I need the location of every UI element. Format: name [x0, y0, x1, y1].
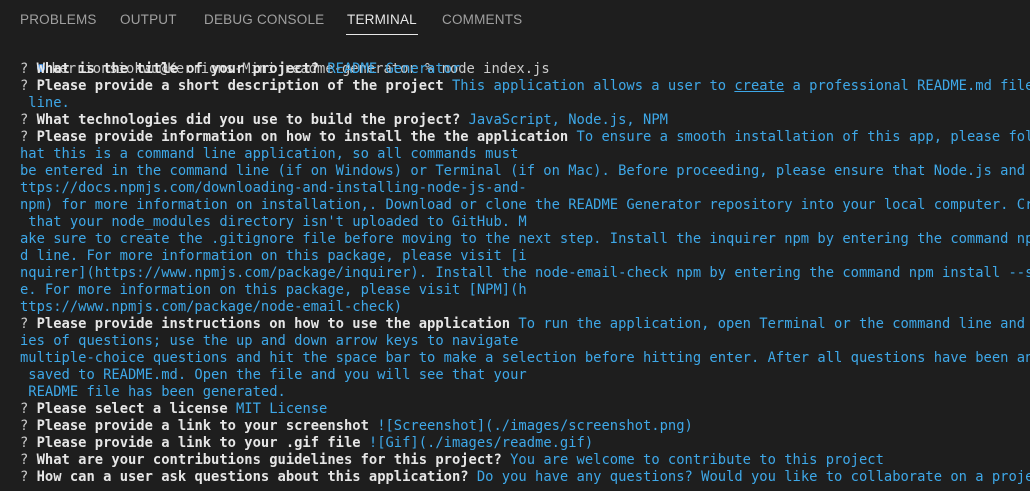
answer-text: be entered in the command line (if on Wi… — [20, 163, 1030, 179]
terminal-line: ? Please provide instructions on how to … — [20, 316, 1030, 333]
answer-text: ttps://docs.npmjs.com/downloading-and-in… — [20, 180, 527, 196]
terminal-line: ? Please select a license MIT License — [20, 401, 328, 417]
answer-text: saved to README.md. Open the file and yo… — [20, 367, 527, 383]
terminal-line: npm) for more information on installatio… — [20, 197, 1030, 214]
question-text: Please provide a short description of th… — [36, 78, 444, 94]
tab-debug-console[interactable]: DEBUG CONSOLE — [204, 12, 324, 32]
answer-underlined-text: create — [734, 78, 785, 94]
answer-text: that your node_modules directory isn't u… — [20, 214, 527, 230]
answer-text: d line. For more information on this pac… — [20, 248, 527, 264]
terminal-line: ? Please provide a link to your .gif fil… — [20, 435, 594, 451]
terminal-line: ? What is the title of your project? REA… — [20, 61, 461, 77]
answer-text: nquirer](https://www.npmjs.com/package/i… — [20, 265, 1030, 281]
terminal-line: ttps://docs.npmjs.com/downloading-and-in… — [20, 180, 527, 197]
answer-text: ![Screenshot](./images/screenshot.png) — [368, 418, 693, 434]
terminal-line: hat this is a command line application, … — [20, 146, 518, 163]
answer-text: npm) for more information on installatio… — [20, 197, 1030, 213]
tab-comments[interactable]: COMMENTS — [442, 12, 522, 32]
answer-text: You are welcome to contribute to this pr… — [501, 452, 884, 468]
terminal-line: ttps://www.npmjs.com/package/node-email-… — [20, 299, 402, 316]
question-text: What are your contributions guidelines f… — [36, 452, 502, 468]
question-text: Please select a license — [36, 401, 228, 417]
question-text: Please provide information on how to ins… — [36, 129, 569, 145]
terminal-line: ? How can a user ask questions about thi… — [20, 469, 1030, 486]
answer-text: ake sure to create the .gitignore file b… — [20, 231, 1030, 247]
answer-text: hat this is a command line application, … — [20, 146, 519, 162]
terminal-line: ? Please provide information on how to i… — [20, 129, 1030, 146]
terminal-line: ies of questions; use the up and down ar… — [20, 333, 518, 350]
terminal-line: ? Please provide a link to your screensh… — [20, 418, 693, 434]
terminal-line: line. — [20, 95, 70, 112]
question-text: What is the title of your project? — [36, 61, 320, 77]
answer-text: MIT License — [227, 401, 328, 417]
terminal-prompt-line: kerrionsiokwu@Kerrions-Mini readme-gener… — [4, 44, 550, 77]
question-text: Please provide a link to your screenshot — [36, 418, 369, 434]
terminal-line: saved to README.md. Open the file and yo… — [20, 367, 527, 384]
terminal-line: ? Please provide a short description of … — [20, 78, 1030, 95]
terminal-line: be entered in the command line (if on Wi… — [20, 163, 1030, 180]
answer-text: JavaScript, Node.js, NPM — [460, 112, 668, 128]
terminal-line: ake sure to create the .gitignore file b… — [20, 231, 1030, 248]
question-text: Please provide a link to your .gif file — [36, 435, 361, 451]
answer-text: README Generator — [319, 61, 461, 77]
answer-text: multiple-choice questions and hit the sp… — [20, 350, 1030, 366]
terminal-line: nquirer](https://www.npmjs.com/package/i… — [20, 265, 1030, 282]
tab-output[interactable]: OUTPUT — [120, 12, 177, 32]
answer-text: ies of questions; use the up and down ar… — [20, 333, 519, 349]
terminal-line: d line. For more information on this pac… — [20, 248, 527, 265]
tab-problems[interactable]: PROBLEMS — [20, 12, 97, 32]
answer-text: Do you have any questions? Would you lik… — [468, 469, 1030, 485]
answer-text: line. — [20, 95, 70, 111]
answer-text: e. For more information on this package,… — [20, 282, 527, 298]
terminal-line: multiple-choice questions and hit the sp… — [20, 350, 1030, 367]
panel-tab-bar: PROBLEMS OUTPUT DEBUG CONSOLE TERMINAL C… — [0, 0, 1030, 42]
question-text: Please provide instructions on how to us… — [36, 316, 511, 332]
answer-text: a professional README.md file dyna — [792, 78, 1030, 94]
terminal-line: ? What technologies did you use to build… — [20, 112, 668, 128]
terminal-line: that your node_modules directory isn't u… — [20, 214, 527, 231]
terminal-line: e. For more information on this package,… — [20, 282, 527, 299]
terminal-line: README file has been generated. — [20, 384, 286, 401]
answer-text: ttps://www.npmjs.com/package/node-email-… — [20, 299, 403, 315]
question-text: What technologies did you use to build t… — [36, 112, 461, 128]
answer-text: To ensure a smooth installation of this … — [568, 129, 1030, 145]
question-text: How can a user ask questions about this … — [36, 469, 469, 485]
answer-text: README file has been generated. — [20, 384, 286, 400]
terminal-line: ? What are your contributions guidelines… — [20, 452, 884, 468]
tab-terminal[interactable]: TERMINAL — [346, 12, 418, 35]
terminal-output[interactable]: kerrionsiokwu@Kerrions-Mini readme-gener… — [0, 41, 1030, 491]
answer-text: ![Gif](./images/readme.gif) — [360, 435, 594, 451]
answer-text: To run the application, open Terminal or… — [510, 316, 1030, 332]
answer-text: This application allows a user to — [443, 78, 735, 94]
